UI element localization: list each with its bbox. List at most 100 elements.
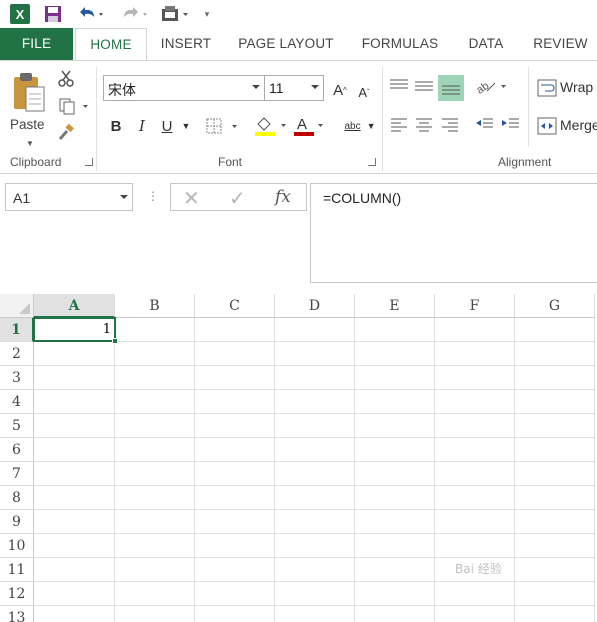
row-header-4[interactable]: 4 — [0, 390, 34, 414]
grid-cell[interactable] — [355, 390, 435, 414]
undo-button[interactable] — [74, 3, 108, 25]
grid-cell[interactable] — [275, 438, 355, 462]
tab-formulas[interactable]: FORMULAS — [352, 28, 448, 60]
clipboard-launcher-icon[interactable] — [85, 158, 93, 166]
enter-icon[interactable]: ✓ — [229, 186, 246, 211]
column-header-b[interactable]: B — [115, 294, 195, 318]
font-name-select[interactable]: 宋体 — [103, 75, 265, 101]
grid-cell[interactable] — [355, 582, 435, 606]
grid-cell[interactable] — [275, 486, 355, 510]
save-button[interactable] — [42, 3, 64, 25]
name-box[interactable]: A1 — [5, 183, 133, 211]
grid-cell[interactable] — [34, 390, 115, 414]
bottom-align-button[interactable] — [438, 75, 464, 101]
underline-button[interactable]: U — [157, 113, 177, 139]
grid-cell[interactable] — [115, 486, 195, 510]
grid-cell[interactable] — [515, 438, 595, 462]
fill-color-button[interactable] — [252, 113, 292, 139]
grid-cell[interactable] — [355, 558, 435, 582]
grid-cell[interactable] — [115, 342, 195, 366]
increase-font-button[interactable]: A ^ — [330, 77, 350, 103]
grid-cell[interactable] — [275, 414, 355, 438]
row-header-2[interactable]: 2 — [0, 342, 34, 366]
grid-cell[interactable] — [195, 558, 275, 582]
grid-cell[interactable] — [515, 606, 595, 622]
grid-cell[interactable] — [275, 582, 355, 606]
grid-cell[interactable] — [435, 390, 515, 414]
grid-cell[interactable] — [355, 342, 435, 366]
grid-cell[interactable] — [435, 462, 515, 486]
row-header-3[interactable]: 3 — [0, 366, 34, 390]
insert-function-icon[interactable]: fx — [275, 187, 291, 207]
formula-input[interactable]: =COLUMN() — [310, 183, 597, 283]
grid-cell[interactable] — [275, 462, 355, 486]
grid-cell[interactable] — [515, 486, 595, 510]
column-header-c[interactable]: C — [195, 294, 275, 318]
tab-page-layout[interactable]: PAGE LAYOUT — [230, 28, 342, 60]
row-header-1[interactable]: 1 — [0, 318, 34, 342]
grid-cell[interactable] — [275, 318, 355, 342]
grid-cell[interactable] — [515, 390, 595, 414]
grid-cell[interactable] — [275, 510, 355, 534]
redo-button[interactable] — [118, 3, 152, 25]
grid-cell[interactable] — [275, 606, 355, 622]
top-align-button[interactable] — [388, 75, 410, 97]
grid-cell[interactable] — [515, 342, 595, 366]
grid-cell[interactable] — [34, 510, 115, 534]
grid-cell[interactable] — [515, 558, 595, 582]
grid-cell[interactable] — [515, 582, 595, 606]
grid-cell[interactable] — [435, 582, 515, 606]
tab-insert[interactable]: INSERT — [150, 28, 222, 60]
grid-cell[interactable] — [355, 318, 435, 342]
grid-cell[interactable] — [195, 414, 275, 438]
grid-cell[interactable] — [355, 414, 435, 438]
wrap-text-button[interactable]: Wrap — [560, 79, 593, 95]
chevron-down-icon[interactable] — [120, 195, 128, 199]
grid-cell[interactable] — [515, 414, 595, 438]
grid-cell[interactable] — [34, 606, 115, 622]
grid-cell[interactable] — [195, 462, 275, 486]
row-header-13[interactable]: 13 — [0, 606, 34, 622]
borders-button[interactable] — [204, 113, 246, 139]
grid-cell[interactable] — [355, 486, 435, 510]
phonetic-button[interactable]: abc ▼ — [340, 113, 380, 139]
align-right-button[interactable] — [439, 113, 461, 135]
grid-cell[interactable] — [115, 462, 195, 486]
grid-cell[interactable] — [195, 366, 275, 390]
column-header-e[interactable]: E — [355, 294, 435, 318]
underline-dropdown-icon[interactable]: ▼ — [180, 113, 192, 139]
orientation-button[interactable]: ab — [474, 75, 510, 97]
grid-cell[interactable] — [115, 390, 195, 414]
column-header-f[interactable]: F — [435, 294, 515, 318]
row-header-8[interactable]: 8 — [0, 486, 34, 510]
cut-button[interactable] — [55, 67, 77, 89]
format-painter-button[interactable] — [55, 121, 77, 143]
grid-cell[interactable] — [34, 438, 115, 462]
grid-cell[interactable] — [115, 582, 195, 606]
paste-button[interactable]: Paste ▼ — [6, 67, 50, 149]
column-header-d[interactable]: D — [275, 294, 355, 318]
grid-cell[interactable] — [115, 366, 195, 390]
column-header-g[interactable]: G — [515, 294, 595, 318]
row-header-9[interactable]: 9 — [0, 510, 34, 534]
grid-cell[interactable] — [34, 462, 115, 486]
grid-cell[interactable] — [435, 438, 515, 462]
row-header-7[interactable]: 7 — [0, 462, 34, 486]
grid-cell[interactable] — [195, 534, 275, 558]
grid-cell[interactable] — [115, 510, 195, 534]
grid-cell[interactable] — [195, 438, 275, 462]
grid-cell[interactable] — [355, 438, 435, 462]
font-color-button[interactable]: A — [292, 113, 328, 139]
row-header-10[interactable]: 10 — [0, 534, 34, 558]
worksheet-grid[interactable]: A B C D E F G 1 2 3 4 5 6 7 8 9 10 11 12… — [0, 294, 597, 622]
decrease-font-button[interactable]: Aˇ — [354, 79, 374, 105]
bold-button[interactable]: B — [106, 113, 126, 139]
tab-file[interactable]: FILE — [0, 28, 73, 60]
grid-cell[interactable] — [435, 510, 515, 534]
decrease-indent-button[interactable] — [474, 113, 496, 135]
grid-cell[interactable] — [275, 390, 355, 414]
grid-cell[interactable] — [435, 342, 515, 366]
grid-cell[interactable] — [435, 486, 515, 510]
grid-cell[interactable] — [34, 414, 115, 438]
font-size-select[interactable]: 11 — [264, 75, 324, 101]
